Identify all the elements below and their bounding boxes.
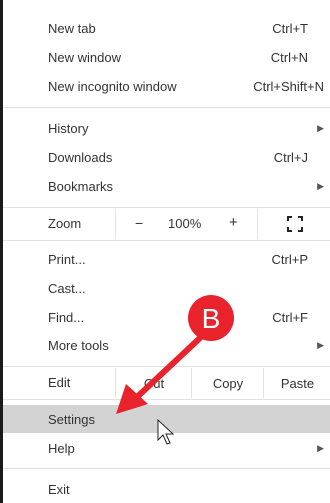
cursor-arrow-icon bbox=[157, 418, 175, 445]
